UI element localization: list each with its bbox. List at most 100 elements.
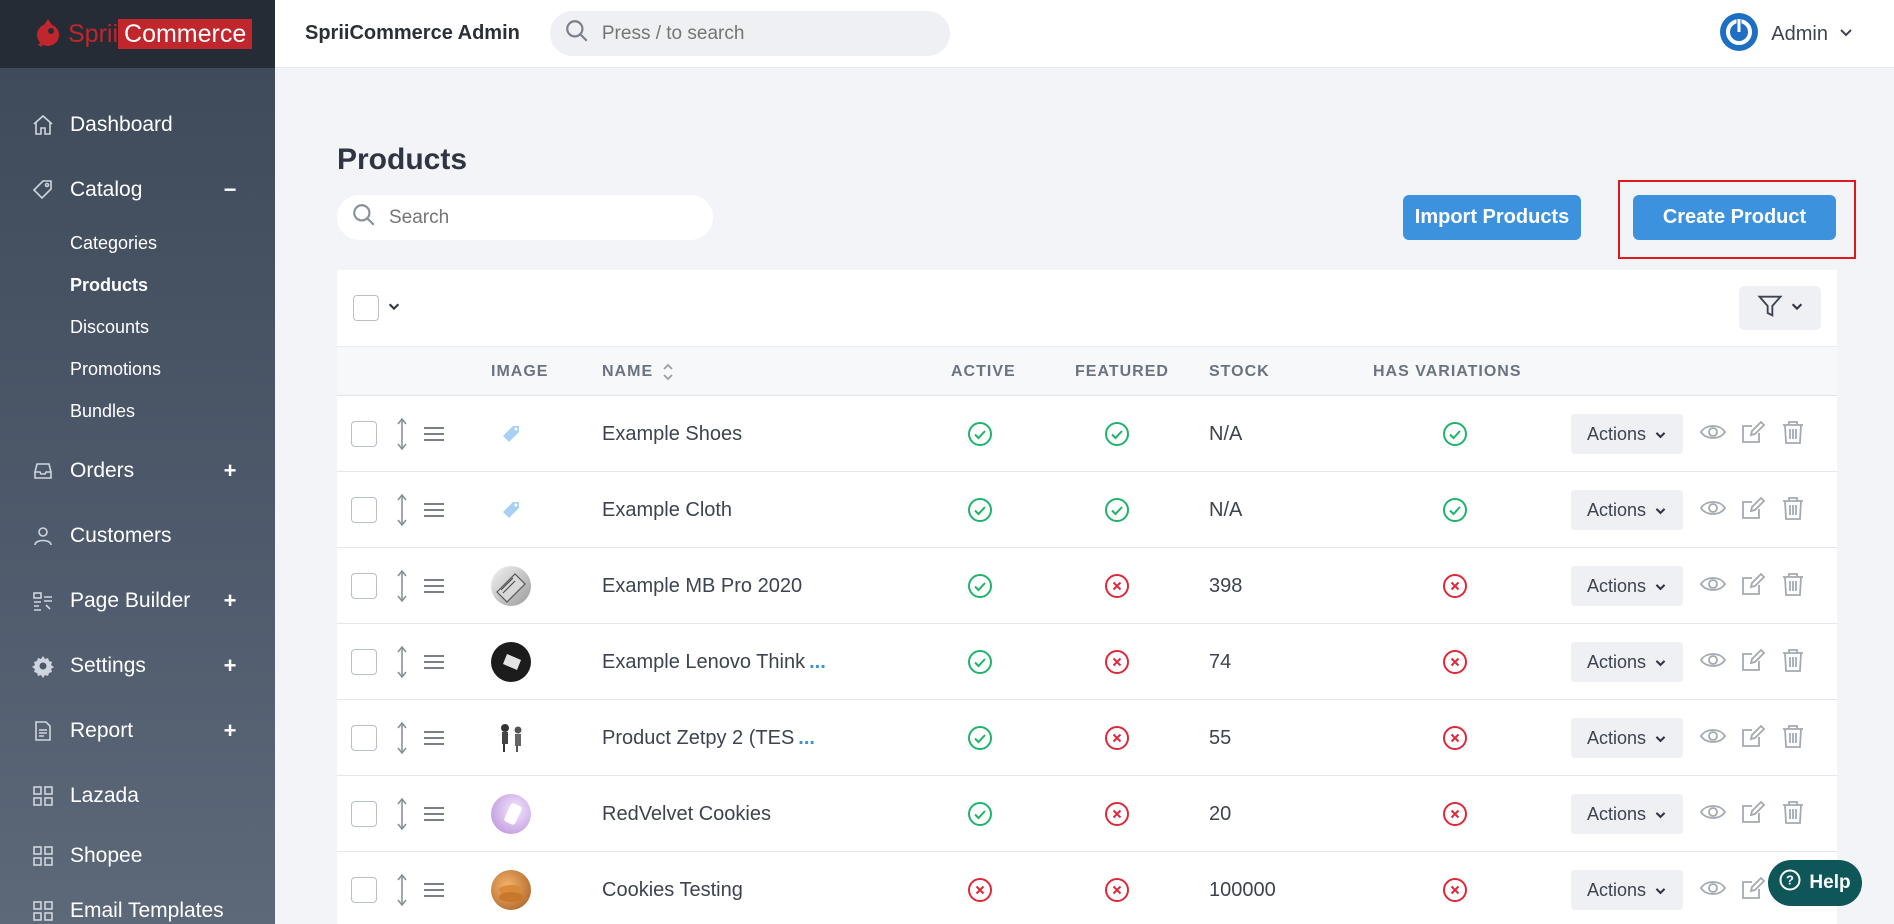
edit-icon[interactable]: [1739, 798, 1767, 831]
drag-sort-icon[interactable]: [395, 396, 409, 472]
edit-icon[interactable]: [1739, 874, 1767, 907]
edit-icon[interactable]: [1739, 570, 1767, 603]
row-checkbox[interactable]: [351, 700, 377, 776]
product-name[interactable]: Example Shoes: [602, 396, 742, 472]
logo[interactable]: Sprii Commerce: [0, 0, 275, 68]
actions-dropdown[interactable]: Actions: [1571, 414, 1683, 454]
drag-sort-icon[interactable]: [395, 776, 409, 852]
sidebar-item-report[interactable]: Report +: [0, 698, 275, 763]
expand-icon[interactable]: +: [223, 588, 237, 614]
column-header-name-label: NAME: [602, 363, 654, 380]
import-products-button[interactable]: Import Products: [1403, 195, 1581, 240]
sidebar-item-lazada[interactable]: Lazada: [0, 763, 275, 828]
global-search-input[interactable]: [601, 22, 922, 45]
sidebar-item-customers[interactable]: Customers: [0, 503, 275, 568]
drag-handle-icon[interactable]: [423, 624, 445, 700]
product-search-input[interactable]: [389, 206, 689, 229]
table-row[interactable]: Example Cloth N/A Actions: [337, 472, 1837, 548]
table-row[interactable]: Example MB Pro 2020 398 Actions: [337, 548, 1837, 624]
sidebar-subitem-categories[interactable]: Categories: [70, 222, 275, 264]
product-name[interactable]: Example Cloth: [602, 472, 732, 548]
view-icon[interactable]: [1699, 874, 1727, 907]
sidebar-item-catalog[interactable]: Catalog −: [0, 157, 275, 222]
table-row[interactable]: Cookies Testing 100000 Actions: [337, 852, 1837, 924]
product-name[interactable]: Example Lenovo Think...: [602, 624, 826, 700]
edit-icon[interactable]: [1739, 722, 1767, 755]
drag-sort-icon[interactable]: [395, 852, 409, 924]
row-checkbox[interactable]: [351, 624, 377, 700]
row-checkbox[interactable]: [351, 472, 377, 548]
actions-dropdown[interactable]: Actions: [1571, 566, 1683, 606]
sidebar-subitem-discounts[interactable]: Discounts: [70, 306, 275, 348]
filter-button[interactable]: [1739, 286, 1821, 330]
table-row[interactable]: Example Shoes N/A Actions: [337, 396, 1837, 472]
product-name[interactable]: Example MB Pro 2020: [602, 548, 802, 624]
more-link[interactable]: ...: [809, 651, 826, 674]
expand-icon[interactable]: +: [223, 653, 237, 679]
actions-dropdown[interactable]: Actions: [1571, 794, 1683, 834]
drag-sort-icon[interactable]: [395, 700, 409, 776]
table-row[interactable]: RedVelvet Cookies 20 Actions: [337, 776, 1837, 852]
trash-icon[interactable]: [1779, 798, 1807, 831]
drag-handle-icon[interactable]: [423, 472, 445, 548]
collapse-icon[interactable]: −: [223, 177, 237, 203]
drag-handle-icon[interactable]: [423, 852, 445, 924]
drag-handle-icon[interactable]: [423, 548, 445, 624]
sidebar-subitem-promotions[interactable]: Promotions: [70, 348, 275, 390]
trash-icon[interactable]: [1779, 646, 1807, 679]
product-name[interactable]: Cookies Testing: [602, 852, 743, 924]
drag-handle-icon[interactable]: [423, 396, 445, 472]
row-checkbox[interactable]: [351, 776, 377, 852]
trash-icon[interactable]: [1779, 418, 1807, 451]
bulk-select[interactable]: [353, 295, 401, 321]
trash-icon[interactable]: [1779, 494, 1807, 527]
sidebar-item-dashboard[interactable]: Dashboard: [0, 92, 275, 157]
help-button[interactable]: ? Help: [1768, 860, 1862, 906]
sidebar-item-orders[interactable]: Orders +: [0, 438, 275, 503]
sort-icon[interactable]: [661, 362, 675, 382]
drag-handle-icon[interactable]: [423, 700, 445, 776]
view-icon[interactable]: [1699, 646, 1727, 679]
column-header-name[interactable]: NAME: [602, 347, 675, 397]
product-name[interactable]: Product Zetpy 2 (TES...: [602, 700, 815, 776]
drag-sort-icon[interactable]: [395, 472, 409, 548]
sidebar-subitem-bundles[interactable]: Bundles: [70, 390, 275, 432]
expand-icon[interactable]: +: [223, 718, 237, 744]
row-checkbox[interactable]: [351, 852, 377, 924]
row-checkbox[interactable]: [351, 396, 377, 472]
expand-icon[interactable]: +: [223, 458, 237, 484]
sidebar-item-shopee[interactable]: Shopee: [0, 828, 275, 883]
sidebar-subitem-products[interactable]: Products: [70, 264, 275, 306]
chevron-down-icon[interactable]: [387, 299, 401, 318]
actions-dropdown[interactable]: Actions: [1571, 870, 1683, 910]
view-icon[interactable]: [1699, 418, 1727, 451]
actions-dropdown[interactable]: Actions: [1571, 718, 1683, 758]
edit-icon[interactable]: [1739, 418, 1767, 451]
actions-dropdown[interactable]: Actions: [1571, 642, 1683, 682]
drag-sort-icon[interactable]: [395, 624, 409, 700]
user-menu[interactable]: Admin: [1719, 0, 1854, 68]
view-icon[interactable]: [1699, 798, 1727, 831]
trash-icon[interactable]: [1779, 570, 1807, 603]
sidebar-item-settings[interactable]: Settings +: [0, 633, 275, 698]
view-icon[interactable]: [1699, 722, 1727, 755]
sidebar-item-email-templates[interactable]: Email Templates: [0, 883, 275, 924]
table-row[interactable]: Example Lenovo Think... 74 Actions: [337, 624, 1837, 700]
product-search[interactable]: [337, 195, 713, 240]
product-name[interactable]: RedVelvet Cookies: [602, 776, 771, 852]
table-row[interactable]: Product Zetpy 2 (TES... 55 Actions: [337, 700, 1837, 776]
global-search[interactable]: [549, 11, 950, 56]
trash-icon[interactable]: [1779, 722, 1807, 755]
drag-sort-icon[interactable]: [395, 548, 409, 624]
select-all-checkbox[interactable]: [353, 295, 379, 321]
sidebar-item-page-builder[interactable]: Page Builder +: [0, 568, 275, 633]
row-checkbox[interactable]: [351, 548, 377, 624]
more-link[interactable]: ...: [798, 727, 815, 750]
view-icon[interactable]: [1699, 570, 1727, 603]
check-circle-icon: [967, 396, 993, 472]
edit-icon[interactable]: [1739, 646, 1767, 679]
actions-dropdown[interactable]: Actions: [1571, 490, 1683, 530]
drag-handle-icon[interactable]: [423, 776, 445, 852]
view-icon[interactable]: [1699, 494, 1727, 527]
edit-icon[interactable]: [1739, 494, 1767, 527]
